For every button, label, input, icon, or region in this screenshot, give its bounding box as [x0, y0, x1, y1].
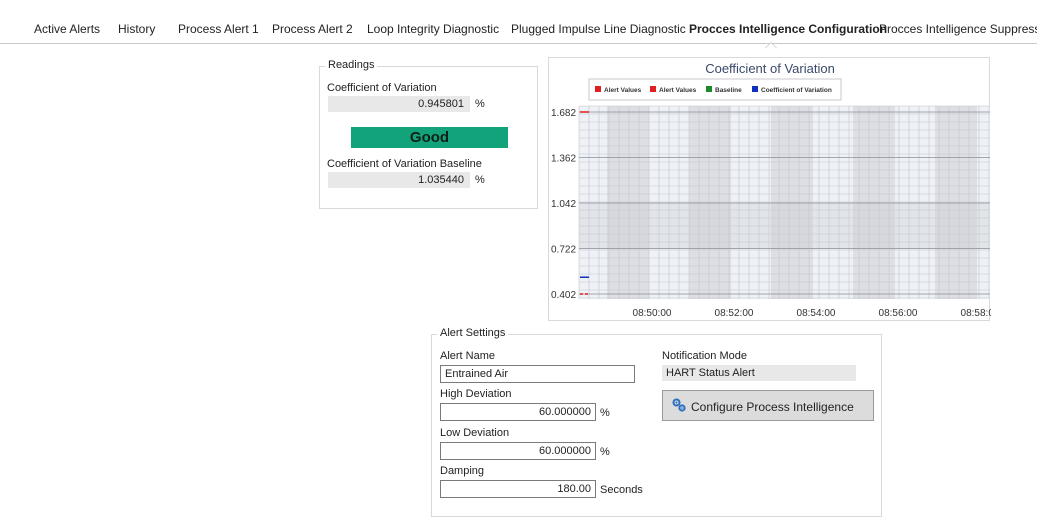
y-tick-label: 0.402 — [551, 290, 576, 301]
x-tick-label: 08:58:00 — [961, 308, 991, 319]
notification-mode-value: HART Status Alert — [662, 365, 856, 381]
readings-group: Readings Coefficient of Variation 0.9458… — [319, 59, 538, 209]
damping-label: Damping — [440, 465, 485, 477]
legend-swatch — [706, 86, 712, 92]
legend-label: Alert Values — [659, 87, 697, 94]
plot-band — [607, 106, 649, 299]
low-deviation-input[interactable]: 60.000000 — [440, 442, 596, 460]
status-badge: Good — [351, 127, 508, 148]
legend-label: Alert Values — [604, 87, 642, 94]
y-tick-label: 1.042 — [551, 199, 576, 210]
tab-process-alert-2[interactable]: Process Alert 2 — [272, 22, 353, 36]
cov-label: Coefficient of Variation — [327, 82, 437, 94]
cov-chart: 1.682 1.362 1.042 0.722 0.402 08:50:00 08:52:0… — [548, 57, 991, 321]
x-tick-label: 08:54:00 — [797, 308, 836, 319]
high-deviation-unit: % — [600, 407, 610, 419]
low-deviation-label: Low Deviation — [440, 427, 510, 439]
x-tick-label: 08:52:00 — [715, 308, 754, 319]
alert-settings-group: Alert Settings Alert Name Entrained Air … — [431, 327, 882, 517]
cov-value: 0.945801 — [328, 96, 470, 112]
tab-procces-intelligence-configuration[interactable]: Procces Intelligence Configuration — [689, 22, 887, 36]
y-tick-label: 0.722 — [551, 245, 576, 256]
tab-bar: Active Alerts History Process Alert 1 Pr… — [0, 0, 1037, 48]
chart-title: Coefficient of Variation — [705, 61, 835, 76]
baseline-unit: % — [475, 174, 485, 186]
configure-button-label: Configure Process Intelligence — [691, 400, 854, 414]
high-deviation-input[interactable]: 60.000000 — [440, 403, 596, 421]
x-tick-label: 08:50:00 — [633, 308, 672, 319]
damping-unit: Seconds — [600, 484, 643, 496]
x-tick-label: 08:56:00 — [879, 308, 918, 319]
active-tab-indicator — [765, 42, 777, 48]
tab-process-alert-1[interactable]: Process Alert 1 — [178, 22, 259, 36]
plot-band — [935, 106, 977, 299]
legend-swatch — [650, 86, 656, 92]
notification-mode-label: Notification Mode — [662, 350, 747, 362]
legend-swatch — [595, 86, 601, 92]
cov-chart-svg: 1.682 1.362 1.042 0.722 0.402 08:50:00 08:52:0… — [551, 61, 991, 319]
tab-history[interactable]: History — [118, 22, 155, 36]
tab-active-alerts[interactable]: Active Alerts — [34, 22, 100, 36]
alert-settings-title: Alert Settings — [437, 327, 509, 339]
readings-title: Readings — [325, 59, 378, 71]
y-tick-label: 1.682 — [551, 108, 576, 119]
cov-unit: % — [475, 98, 485, 110]
tab-procces-intelligence-suppression[interactable]: Procces Intelligence Suppression — [879, 22, 1037, 36]
baseline-label: Coefficient of Variation Baseline — [327, 158, 482, 170]
alert-name-label: Alert Name — [440, 350, 496, 362]
configure-process-intelligence-button[interactable]: Configure Process Intelligence — [662, 390, 874, 421]
damping-input[interactable]: 180.00 — [440, 480, 596, 498]
plot-band — [771, 106, 813, 299]
baseline-value: 1.035440 — [328, 172, 470, 188]
legend-label: Baseline — [715, 87, 742, 94]
high-deviation-label: High Deviation — [440, 388, 512, 400]
alert-name-input[interactable]: Entrained Air — [440, 365, 635, 383]
legend-label: Coefficient of Variation — [761, 87, 832, 94]
low-deviation-unit: % — [600, 446, 610, 458]
plot-band — [689, 106, 731, 299]
y-tick-label: 1.362 — [551, 154, 576, 165]
legend-swatch — [752, 86, 758, 92]
tab-plugged-impulse-line-diagnostic[interactable]: Plugged Impulse Line Diagnostic — [511, 22, 686, 36]
gears-icon — [672, 398, 686, 415]
tab-loop-integrity-diagnostic[interactable]: Loop Integrity Diagnostic — [367, 22, 499, 36]
